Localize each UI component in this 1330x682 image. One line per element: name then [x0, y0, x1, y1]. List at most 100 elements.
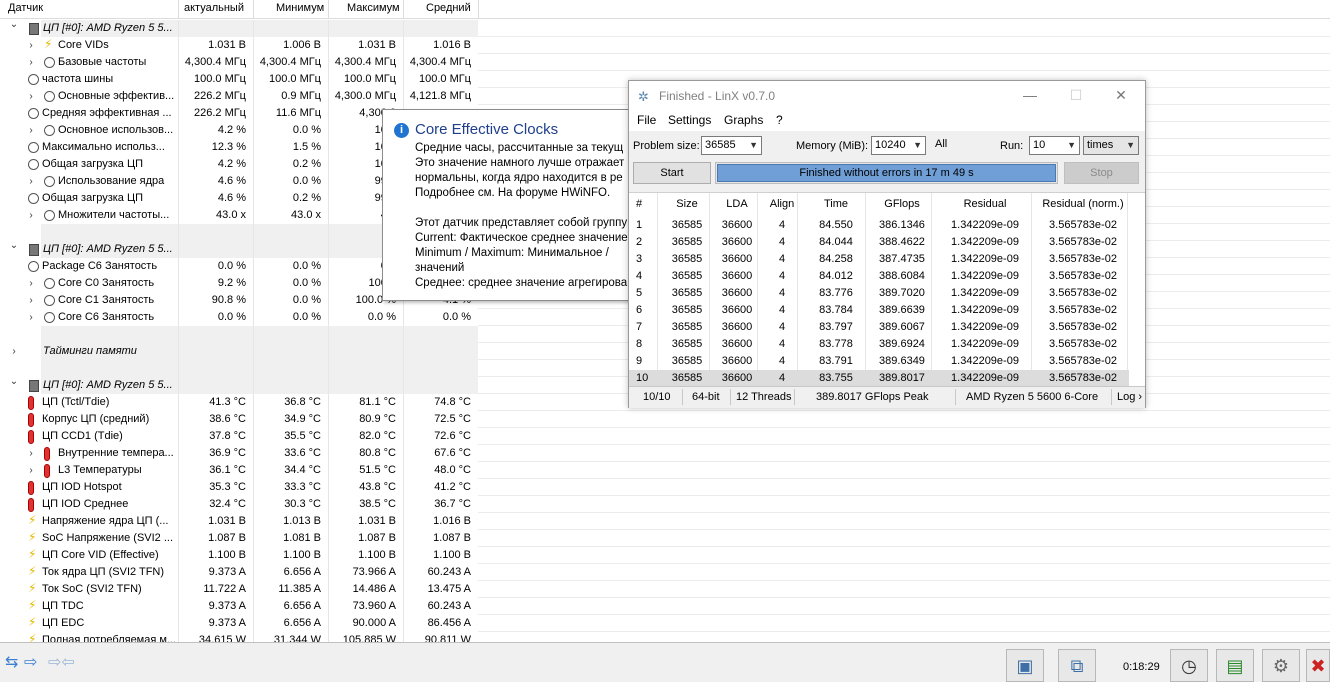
chevron-right-icon[interactable]: › — [26, 54, 36, 71]
chevron-down-icon[interactable]: ⌄ — [9, 237, 19, 254]
results-column-header[interactable]: Size — [663, 193, 711, 215]
sensor-row[interactable]: › Основные эффектив... 226.2 МГц 0.9 МГц 4,3… — [0, 88, 478, 105]
column-header-average[interactable]: Средний — [426, 2, 471, 14]
sensor-row[interactable]: ⚡ SoC Напряжение (SVI2 ... 1.087 В 1.081 В 1… — [0, 530, 478, 547]
results-column-header[interactable]: # — [636, 193, 656, 215]
menu-help[interactable]: ? — [776, 113, 783, 127]
sensor-row[interactable]: ⚡ ЦП Core VID (Effective) 1.100 В 1.100 В 1.… — [0, 547, 478, 564]
log-button[interactable]: Log › — [1117, 391, 1142, 403]
results-row[interactable]: 9 36585 36600 4 83.791 389.6349 1.342209e-09 3.… — [629, 353, 1129, 370]
clock-icon[interactable]: ◷ — [1170, 649, 1208, 682]
results-row[interactable]: 5 36585 36600 4 83.776 389.7020 1.342209e-09 3.… — [629, 285, 1129, 302]
value-min: 6.656 A — [283, 566, 321, 578]
column-header-min[interactable]: Минимум — [276, 2, 324, 14]
gear-icon[interactable]: ⚙ — [1262, 649, 1300, 682]
sensor-row[interactable]: частота шины 100.0 МГц 100.0 МГц 100.0 МГц 1… — [0, 71, 478, 88]
voltage-bolt-icon: ⚡ — [28, 513, 37, 527]
chevron-right-icon[interactable]: › — [9, 343, 19, 360]
chevron-right-icon[interactable]: › — [26, 309, 36, 326]
results-grid[interactable]: # Size LDA Align Time GFlops Residual Residual … — [629, 192, 1145, 387]
results-row[interactable]: 6 36585 36600 4 83.784 389.6639 1.342209e-09 3.… — [629, 302, 1129, 319]
chevron-right-icon[interactable]: › — [26, 275, 36, 292]
results-row[interactable]: 10 36585 36600 4 83.755 389.8017 1.342209e-09 3… — [629, 370, 1129, 387]
results-column-header[interactable]: LDA — [715, 193, 759, 215]
results-column-header[interactable]: GFlops — [869, 193, 935, 215]
sensor-row[interactable]: › Базовые частоты 4,300.4 МГц 4,300.4 МГц 4,… — [0, 54, 478, 71]
stop-button[interactable]: Stop — [1064, 162, 1139, 184]
sensor-row[interactable]: ЦП (Tctl/Tdie) 41.3 °C 36.8 °C 81.1 °C 74.8 … — [0, 394, 478, 411]
arrow-right-icon[interactable]: ⇨ — [24, 651, 37, 675]
network-icon[interactable]: ⧉ — [1058, 649, 1096, 682]
column-header-current[interactable]: актуальный — [184, 2, 244, 14]
chevron-right-icon[interactable]: › — [26, 173, 36, 190]
results-row[interactable]: 1 36585 36600 4 84.550 386.1346 1.342209e-09 3.… — [629, 217, 1129, 234]
run-count-combo[interactable]: 10 ▼ — [1029, 136, 1080, 155]
column-header-sensor[interactable]: Датчик — [8, 2, 43, 14]
results-column-header[interactable]: Align — [763, 193, 801, 215]
chevron-right-icon[interactable]: › — [26, 445, 36, 462]
results-column-header[interactable]: Residual — [937, 193, 1033, 215]
results-row[interactable]: 3 36585 36600 4 84.258 387.4735 1.342209e-09 3.… — [629, 251, 1129, 268]
value-max: 1.031 В — [358, 39, 396, 51]
run-unit-combo[interactable]: times ▼ — [1083, 136, 1139, 155]
sensor-row[interactable]: Корпус ЦП (средний) 38.6 °C 34.9 °C 80.9 °C… — [0, 411, 478, 428]
results-cell: 10 — [636, 372, 649, 384]
sensor-row[interactable]: ⚡ Полная потребляемая м... 34.615 W 31.344 … — [0, 632, 478, 642]
tooltip-line: Среднее: среднее значение агрегирова — [415, 277, 628, 289]
grid-line — [478, 495, 1330, 496]
sensor-row[interactable]: ЦП IOD Hotspot 35.3 °C 33.3 °C 43.8 °C 41.2 … — [0, 479, 478, 496]
value-max: 4,300.0 МГц — [334, 90, 396, 102]
memory-combo[interactable]: 10240 ▼ — [871, 136, 926, 155]
sensor-row[interactable]: ЦП CCD1 (Tdie) 37.8 °C 35.5 °C 82.0 °C 72.6 … — [0, 428, 478, 445]
sensor-row[interactable]: ⚡ Напряжение ядра ЦП (... 1.031 В 1.013 В 1.… — [0, 513, 478, 530]
sensor-row[interactable]: ⚡ ЦП EDC 9.373 A 6.656 A 90.000 A 86.456 A — [0, 615, 478, 632]
sensor-group-row[interactable]: ⌄ ЦП [#0]: AMD Ryzen 5 5... — [0, 376, 478, 394]
monitor-network-icon[interactable]: ▣ — [1006, 649, 1044, 682]
arrows-collapse-icon[interactable]: ⇨⇦ — [48, 651, 75, 675]
menu-file[interactable]: File — [637, 113, 656, 127]
arrows-left-right-icon[interactable]: ⇆ — [5, 651, 18, 675]
sensor-row[interactable]: ⚡ Ток SoC (SVI2 TFN) 11.722 A 11.385 A 14.48… — [0, 581, 478, 598]
sensor-group-row[interactable]: ⌄ ЦП [#0]: AMD Ryzen 5 5... — [0, 20, 478, 37]
menu-settings[interactable]: Settings — [668, 113, 711, 127]
problem-size-combo[interactable]: 36585 ▼ — [701, 136, 762, 155]
value-min: 0.2 % — [292, 192, 321, 204]
minimize-button[interactable]: — — [1020, 86, 1040, 104]
results-cell: 1 — [636, 219, 643, 231]
results-column-header[interactable]: Time — [803, 193, 869, 215]
sensor-row[interactable]: › L3 Температуры 36.1 °C 34.4 °C 51.5 °C 48.0… — [0, 462, 478, 479]
maximize-button[interactable]: ☐ — [1066, 86, 1086, 104]
results-row[interactable]: 4 36585 36600 4 84.012 388.6084 1.342209e-09 3.… — [629, 268, 1129, 285]
start-button[interactable]: Start — [633, 162, 711, 184]
sensor-row[interactable]: ⚡ ЦП TDC 9.373 A 6.656 A 73.960 A 60.243 A — [0, 598, 478, 615]
results-cell: 5 — [636, 287, 643, 299]
chevron-right-icon[interactable]: › — [26, 207, 36, 224]
close-button[interactable]: ✕ — [1111, 86, 1131, 104]
chevron-down-icon[interactable]: ⌄ — [9, 373, 19, 390]
memory-all-button[interactable]: All — [935, 138, 947, 150]
results-row[interactable]: 2 36585 36600 4 84.044 388.4622 1.342209e-09 3.… — [629, 234, 1129, 251]
sensor-row[interactable]: ЦП IOD Среднее 32.4 °C 30.3 °C 38.5 °C 36.7 … — [0, 496, 478, 513]
results-column-header[interactable]: Residual (norm.) — [1033, 193, 1133, 215]
sensor-row[interactable]: › Внутренние темпера... 36.9 °C 33.6 °C 80.8… — [0, 445, 478, 462]
chevron-right-icon[interactable]: › — [26, 462, 36, 479]
results-row[interactable]: 7 36585 36600 4 83.797 389.6067 1.342209e-09 3.… — [629, 319, 1129, 336]
results-row[interactable]: 8 36585 36600 4 83.778 389.6924 1.342209e-09 3.… — [629, 336, 1129, 353]
chevron-right-icon[interactable]: › — [26, 292, 36, 309]
sensor-row[interactable]: › ⚡ Core VIDs 1.031 В 1.006 В 1.031 В 1.016 В — [0, 37, 478, 54]
chevron-down-icon[interactable]: ⌄ — [9, 20, 19, 33]
menu-graphs[interactable]: Graphs — [724, 113, 763, 127]
results-cell: 389.6639 — [879, 304, 925, 316]
chevron-right-icon[interactable]: › — [26, 122, 36, 139]
sensor-row[interactable]: ⚡ Ток ядра ЦП (SVI2 TFN) 9.373 A 6.656 A 73.… — [0, 564, 478, 581]
chevron-right-icon[interactable]: › — [26, 88, 36, 105]
chevron-right-icon[interactable]: › — [26, 37, 36, 54]
report-add-icon[interactable]: ▤ — [1216, 649, 1254, 682]
linx-titlebar[interactable]: ✲ Finished - LinX v0.7.0 — ☐ ✕ — [629, 81, 1145, 110]
column-line — [253, 241, 254, 258]
column-header-max[interactable]: Максимум — [347, 2, 400, 14]
sensor-row[interactable]: › Core C6 Занятость 0.0 % 0.0 % 0.0 % 0.0 % — [0, 309, 478, 326]
sensor-group-row[interactable]: › Тайминги памяти — [0, 343, 478, 360]
voltage-bolt-icon: ⚡ — [28, 547, 37, 561]
close-icon[interactable]: ✖ — [1306, 649, 1330, 682]
